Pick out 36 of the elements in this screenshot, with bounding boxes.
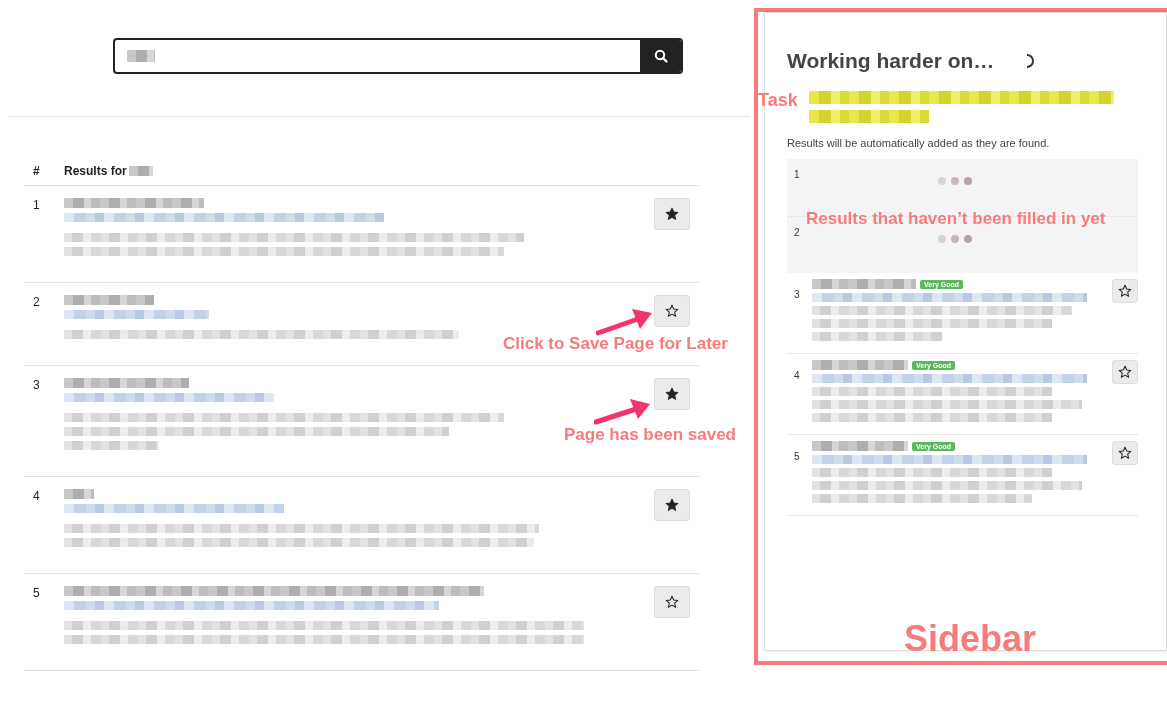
result-number: 1	[32, 198, 41, 212]
annotation-label: Click to Save Page for Later	[503, 334, 728, 354]
save-button[interactable]	[1112, 441, 1138, 465]
search-button[interactable]	[640, 40, 681, 72]
search-field[interactable]	[113, 38, 683, 74]
search-icon	[653, 49, 668, 63]
result-number: 5	[32, 586, 41, 600]
annotation-label: Results that haven’t been filled in yet	[806, 209, 1106, 229]
save-button[interactable]	[1112, 279, 1138, 303]
result-number: 2	[793, 227, 801, 238]
arrow	[594, 396, 652, 428]
result-number: 5	[793, 450, 801, 462]
loading-dots-icon	[937, 176, 975, 186]
sidebar-title: Working harder on…	[787, 49, 995, 73]
result-number: 4	[793, 369, 801, 381]
result-number: 4	[32, 489, 41, 503]
save-button[interactable]	[654, 489, 690, 521]
save-button[interactable]	[654, 198, 690, 230]
redacted-text	[128, 166, 153, 176]
save-button[interactable]	[654, 586, 690, 618]
sidebar-note: Results will be automatically added as they are found.	[787, 137, 1051, 149]
redacted-title	[64, 489, 94, 499]
result-number: 3	[32, 378, 41, 392]
redacted-text	[127, 50, 155, 62]
save-button[interactable]	[654, 378, 690, 410]
column-header: Results for	[64, 164, 127, 178]
column-header: #	[32, 164, 41, 178]
annotation-label: Task	[758, 90, 798, 111]
annotation-label: Page has been saved	[564, 425, 736, 445]
result-number: 2	[32, 295, 41, 309]
save-button[interactable]	[654, 295, 690, 327]
save-button[interactable]	[1112, 360, 1138, 384]
result-number: 1	[793, 169, 801, 180]
annotation-label: Sidebar	[904, 618, 1037, 660]
result-number: 3	[793, 288, 801, 300]
loading-dots-icon	[937, 234, 975, 244]
